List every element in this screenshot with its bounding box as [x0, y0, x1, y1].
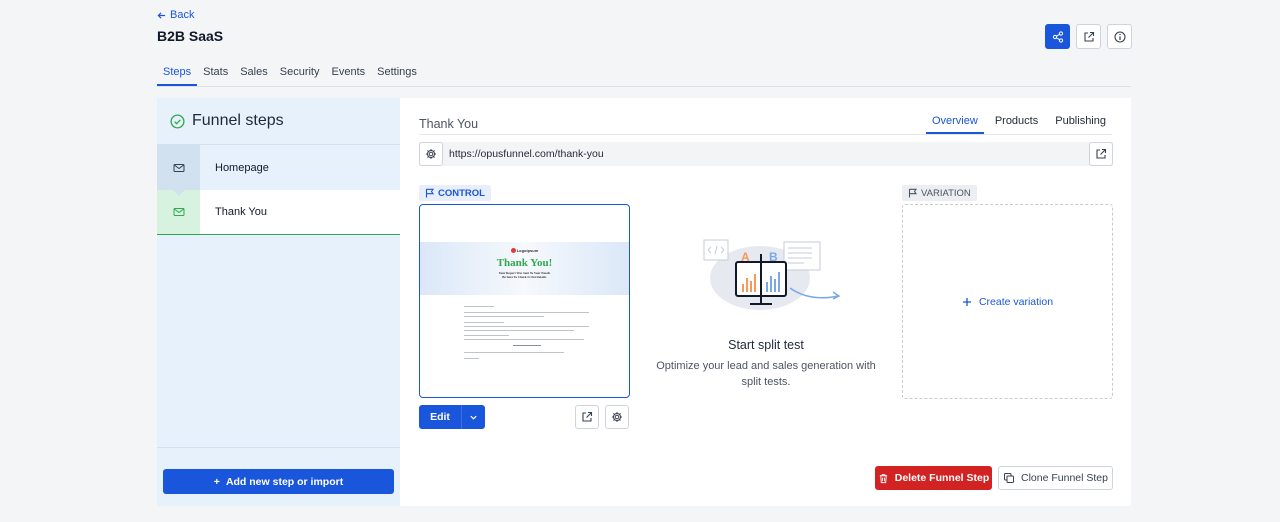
preview-title: Thank You! — [496, 257, 553, 269]
url-settings-button[interactable] — [419, 142, 443, 166]
external-link-icon — [582, 411, 593, 422]
funnel-steps-sidebar: Funnel steps Homepage Thank You + Add ne… — [157, 98, 400, 506]
info-icon — [1113, 30, 1126, 43]
preview-settings-button[interactable] — [605, 405, 629, 429]
step-sub-tabs: Overview Products Publishing — [419, 112, 1112, 135]
split-test-illustration-icon: A B — [703, 239, 841, 310]
tab-overview[interactable]: Overview — [925, 112, 984, 134]
main-tabs: Steps Stats Sales Security Events Settin… — [157, 59, 1131, 87]
check-circle-icon — [170, 113, 185, 129]
arrow-left-icon — [157, 11, 166, 19]
tab-steps[interactable]: Steps — [157, 59, 198, 86]
step-item-thank-you[interactable]: Thank You — [157, 190, 400, 235]
url-bar: https://opusfunnel.com/thank-you — [419, 142, 1113, 166]
header-actions — [1045, 24, 1132, 49]
tab-events[interactable]: Events — [326, 59, 372, 86]
step-label: Thank You — [215, 206, 267, 218]
open-external-button[interactable] — [1076, 24, 1101, 49]
back-label: Back — [170, 9, 195, 21]
plus-icon: + — [213, 475, 220, 488]
tab-sales[interactable]: Sales — [234, 59, 274, 86]
chevron-down-icon — [470, 415, 477, 420]
url-open-button[interactable] — [1089, 142, 1113, 166]
variation-badge: VARIATION — [902, 185, 977, 201]
external-link-icon — [1083, 31, 1094, 42]
add-step-label: Add new step or import — [225, 475, 344, 488]
preview-logo: Logoipsum — [420, 248, 629, 254]
create-variation-button[interactable]: Create variation — [902, 204, 1113, 399]
create-variation-label: Create variation — [978, 295, 1054, 308]
tab-settings[interactable]: Settings — [371, 59, 423, 86]
share-button[interactable] — [1045, 24, 1070, 49]
step-item-homepage[interactable]: Homepage — [157, 145, 400, 190]
clone-label: Clone Funnel Step — [1021, 472, 1108, 484]
step-icon-cell — [157, 190, 200, 234]
page-title: B2B SaaS — [157, 28, 224, 44]
external-link-icon — [1096, 148, 1107, 159]
sidebar-footer: + Add new step or import — [157, 447, 400, 506]
step-detail-panel: Overview Products Publishing Thank You h… — [400, 98, 1131, 506]
svg-text:A: A — [741, 250, 750, 264]
step-icon-cell — [157, 145, 200, 190]
flag-icon — [908, 188, 918, 198]
variation-label: VARIATION — [921, 187, 971, 199]
gear-icon — [426, 149, 436, 159]
control-page-preview[interactable]: Logoipsum Thank You! Your Report Was Sen… — [419, 204, 630, 398]
tab-publishing[interactable]: Publishing — [1049, 112, 1112, 134]
preview-subtitle: Your Report Was Sent To Your Email. Be S… — [498, 271, 551, 279]
control-badge: CONTROL — [419, 185, 491, 201]
sidebar-heading: Funnel steps — [157, 98, 400, 145]
svg-text:B: B — [769, 250, 778, 264]
step-label: Homepage — [215, 161, 269, 174]
preview-open-button[interactable] — [575, 405, 599, 429]
add-step-button[interactable]: + Add new step or import — [163, 469, 394, 494]
plus-icon — [962, 297, 971, 306]
delete-funnel-step-button[interactable]: Delete Funnel Step — [875, 466, 992, 490]
clone-funnel-step-button[interactable]: Clone Funnel Step — [998, 466, 1113, 490]
trash-icon — [879, 473, 887, 483]
tab-security[interactable]: Security — [274, 59, 326, 86]
mail-icon — [173, 208, 184, 216]
delete-label: Delete Funnel Step — [894, 472, 990, 484]
back-link[interactable]: Back — [157, 9, 194, 21]
tab-products[interactable]: Products — [989, 112, 1044, 134]
control-label: CONTROL — [438, 187, 485, 199]
split-test-description: Optimize your lead and sales generation … — [656, 360, 876, 388]
mail-icon — [173, 163, 184, 172]
gear-icon — [612, 412, 622, 422]
info-button[interactable] — [1107, 24, 1132, 49]
split-test-title: Start split test — [728, 338, 804, 352]
share-icon — [1052, 30, 1063, 43]
edit-button-group: Edit — [419, 405, 485, 429]
flag-icon — [425, 188, 435, 198]
preview-hero: Logoipsum Thank You! Your Report Was Sen… — [420, 242, 629, 295]
step-url[interactable]: https://opusfunnel.com/thank-you — [449, 148, 604, 160]
copy-icon — [1004, 473, 1014, 483]
edit-button[interactable]: Edit — [419, 405, 461, 429]
edit-dropdown-button[interactable] — [461, 405, 485, 429]
sidebar-heading-text: Funnel steps — [192, 112, 284, 129]
tab-stats[interactable]: Stats — [197, 59, 234, 86]
step-name: Thank You — [419, 117, 479, 131]
